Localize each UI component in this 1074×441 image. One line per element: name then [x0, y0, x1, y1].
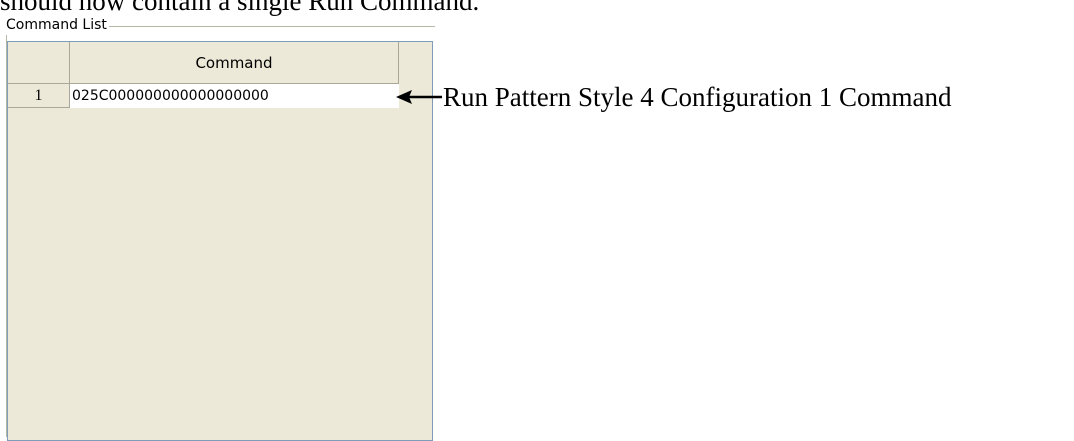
- command-cell[interactable]: 025C000000000000000000: [70, 84, 399, 108]
- left-arrow-icon: [396, 90, 442, 104]
- column-header-command[interactable]: Command: [70, 42, 399, 84]
- annotation-label: Run Pattern Style 4 Configuration 1 Comm…: [443, 82, 952, 112]
- command-grid[interactable]: Command 1 025C000000000000000000: [7, 41, 433, 441]
- document-text: should now contain a single Run Command.: [0, 0, 480, 16]
- row-number-header[interactable]: 1: [8, 84, 70, 108]
- groupbox-caption: Command List: [6, 15, 109, 35]
- grid-corner-header[interactable]: [8, 42, 70, 84]
